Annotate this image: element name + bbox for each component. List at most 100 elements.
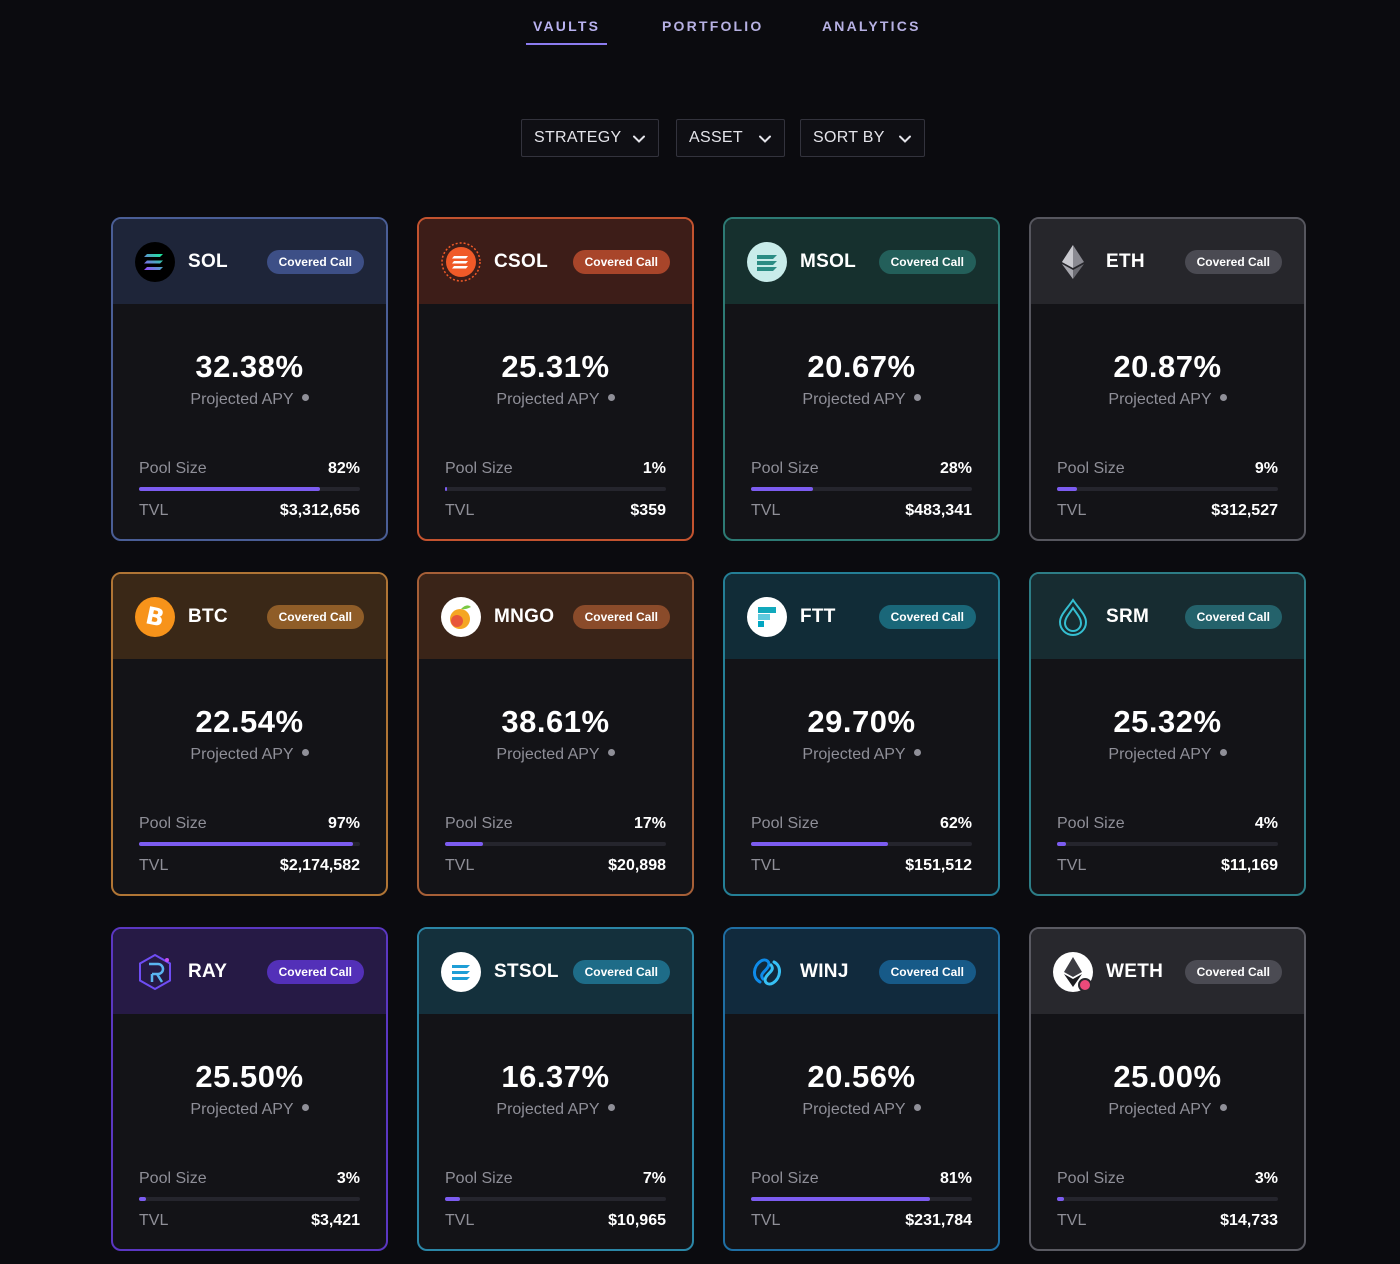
vault-card[interactable]: MSOL Covered Call 20.67% Projected APY Pool … — [723, 217, 1000, 541]
vault-card[interactable]: CSOL Covered Call 25.31% Projected APY Pool … — [417, 217, 694, 541]
pool-size-progress-fill — [1057, 1197, 1064, 1201]
projected-apy-value: 22.54% — [195, 704, 304, 739]
projected-apy-value: 32.38% — [195, 349, 304, 384]
pool-size-value: 3% — [1254, 1170, 1278, 1187]
info-icon[interactable] — [1219, 1104, 1227, 1112]
tvl-label: TVL — [445, 1212, 475, 1229]
projected-apy-label-text: Projected APY — [802, 746, 906, 763]
info-icon[interactable] — [913, 394, 921, 402]
pool-size-progress-bar — [751, 487, 972, 491]
vault-card[interactable]: SRM Covered Call 25.32% Projected APY Pool S… — [1029, 572, 1306, 896]
tab-vaults[interactable]: VAULTS — [526, 18, 608, 45]
projected-apy-label: Projected APY — [1031, 391, 1304, 409]
projected-apy-label: Projected APY — [419, 746, 692, 764]
pool-size-progress-fill — [1057, 842, 1066, 846]
projected-apy-value: 20.67% — [807, 349, 916, 384]
top-nav: VAULTS PORTFOLIO ANALYTICS — [0, 0, 1400, 60]
tvl-label: TVL — [1057, 502, 1087, 519]
strategy-badge: Covered Call — [572, 960, 670, 984]
projected-apy-label-text: Projected APY — [190, 391, 294, 408]
info-icon[interactable] — [301, 394, 309, 402]
mango-icon — [441, 597, 481, 637]
vault-card[interactable]: WETH Covered Call 25.00% Projected APY Pool … — [1029, 927, 1306, 1251]
pool-size-label: Pool Size — [1057, 815, 1125, 832]
tab-portfolio-label: PORTFOLIO — [662, 18, 764, 34]
strategy-dropdown-label: STRATEGY — [534, 129, 622, 146]
vault-card-header: B BTC Covered Call — [113, 574, 386, 659]
tvl-label: TVL — [751, 1212, 781, 1229]
vault-card-header: CSOL Covered Call — [419, 219, 692, 304]
chevron-down-icon — [633, 135, 645, 143]
projected-apy-label-text: Projected APY — [1108, 746, 1212, 763]
strategy-badge: Covered Call — [1184, 605, 1282, 629]
info-icon[interactable] — [607, 749, 615, 757]
tab-portfolio[interactable]: PORTFOLIO — [662, 18, 763, 34]
pool-size-value: 81% — [939, 1170, 972, 1187]
asset-dropdown[interactable]: ASSET — [676, 119, 785, 157]
chevron-down-icon — [899, 135, 911, 143]
pool-size-progress-fill — [139, 487, 321, 491]
pool-size-progress-bar — [445, 487, 666, 491]
pool-size-value: 17% — [633, 815, 666, 832]
info-icon[interactable] — [301, 1104, 309, 1112]
vault-card[interactable]: B BTC Covered Call 22.54% Projected APY Pool … — [111, 572, 388, 896]
tab-analytics-label: ANALYTICS — [822, 18, 921, 34]
tvl-value: $3,312,656 — [279, 502, 360, 519]
pool-size-label: Pool Size — [445, 815, 513, 832]
info-icon[interactable] — [1219, 749, 1227, 757]
tvl-value: $2,174,582 — [279, 857, 360, 874]
sort-by-dropdown[interactable]: SORT BY — [800, 119, 925, 157]
pool-size-progress-bar — [1057, 842, 1278, 846]
info-icon[interactable] — [913, 749, 921, 757]
strategy-badge: Covered Call — [878, 960, 976, 984]
tab-vaults-label: VAULTS — [533, 18, 601, 34]
sort-by-dropdown-label: SORT BY — [813, 129, 885, 146]
stsol-icon — [441, 952, 481, 992]
vault-asset-name: WETH — [1106, 961, 1164, 982]
strategy-badge: Covered Call — [878, 605, 976, 629]
pool-size-progress-bar — [139, 1197, 360, 1201]
vault-card-header: WETH Covered Call — [1031, 929, 1304, 1014]
vault-card-header: SRM Covered Call — [1031, 574, 1304, 659]
pool-size-value: 9% — [1254, 460, 1278, 477]
strategy-badge: Covered Call — [572, 250, 670, 274]
vault-card[interactable]: RAY Covered Call 25.50% Projected APY Pool S… — [111, 927, 388, 1251]
info-icon[interactable] — [607, 1104, 615, 1112]
vault-card[interactable]: STSOL Covered Call 16.37% Projected APY Pool… — [417, 927, 694, 1251]
vault-card[interactable]: SOL Covered Call 32.38% Projected APY Pool S… — [111, 217, 388, 541]
vault-asset-name: SOL — [188, 251, 228, 272]
pool-size-value: 7% — [642, 1170, 666, 1187]
strategy-badge: Covered Call — [266, 250, 364, 274]
projected-apy-value: 25.50% — [195, 1059, 304, 1094]
vault-card-header: ETH Covered Call — [1031, 219, 1304, 304]
vault-card[interactable]: MNGO Covered Call 38.61% Projected APY Pool … — [417, 572, 694, 896]
csol-icon — [441, 242, 481, 282]
pool-size-label: Pool Size — [445, 1170, 513, 1187]
vault-card[interactable]: FTT Covered Call 29.70% Projected APY Pool S… — [723, 572, 1000, 896]
projected-apy-label: Projected APY — [113, 391, 386, 409]
info-icon[interactable] — [913, 1104, 921, 1112]
info-icon[interactable] — [607, 394, 615, 402]
pool-size-label: Pool Size — [1057, 1170, 1125, 1187]
strategy-dropdown[interactable]: STRATEGY — [521, 119, 659, 157]
vault-asset-name: ETH — [1106, 251, 1145, 272]
projected-apy-value: 29.70% — [807, 704, 916, 739]
info-icon[interactable] — [301, 749, 309, 757]
info-icon[interactable] — [1219, 394, 1227, 402]
pool-size-value: 28% — [939, 460, 972, 477]
tvl-value: $151,512 — [905, 857, 972, 874]
vault-card[interactable]: WINJ Covered Call 20.56% Projected APY Pool … — [723, 927, 1000, 1251]
projected-apy-value: 25.00% — [1113, 1059, 1222, 1094]
tvl-value: $10,965 — [608, 1212, 666, 1229]
tab-analytics[interactable]: ANALYTICS — [822, 18, 921, 34]
tvl-label: TVL — [139, 857, 169, 874]
pool-size-value: 62% — [939, 815, 972, 832]
vault-asset-name: MNGO — [494, 606, 555, 627]
pool-size-value: 3% — [336, 1170, 360, 1187]
vault-card[interactable]: ETH Covered Call 20.87% Projected APY Pool S… — [1029, 217, 1306, 541]
projected-apy-value: 38.61% — [501, 704, 610, 739]
projected-apy-label-text: Projected APY — [190, 746, 294, 763]
tvl-value: $483,341 — [905, 502, 972, 519]
tvl-value: $20,898 — [608, 857, 666, 874]
strategy-badge: Covered Call — [1184, 960, 1282, 984]
